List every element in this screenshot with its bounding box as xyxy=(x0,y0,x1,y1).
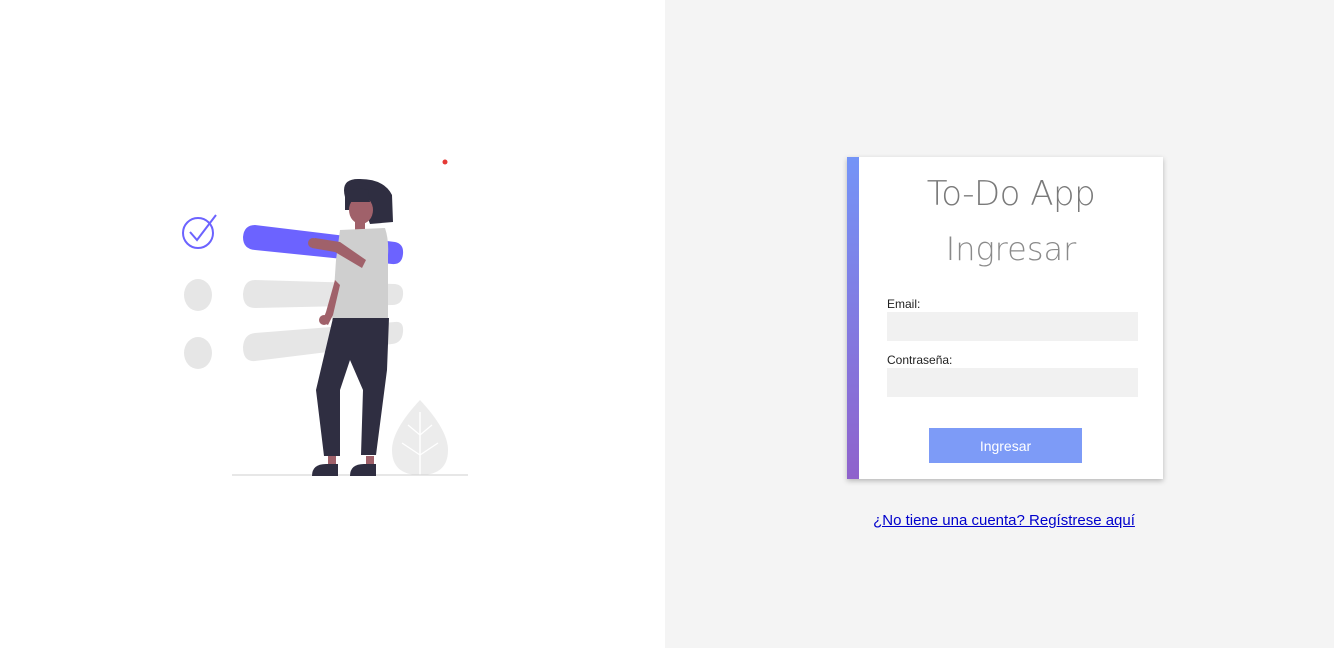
email-label: Email: xyxy=(887,297,921,311)
register-link[interactable]: ¿No tiene una cuenta? Regístrese aquí xyxy=(665,512,1334,529)
check-circle-icon xyxy=(182,214,217,249)
bullet-icon xyxy=(184,279,212,311)
todo-checklist-illustration xyxy=(182,159,468,476)
person-figure xyxy=(308,178,393,476)
card-accent-bar xyxy=(847,157,859,479)
login-button[interactable]: Ingresar xyxy=(929,428,1082,463)
register-link-text: ¿No tiene una cuenta? Regístrese aquí xyxy=(873,512,1135,529)
illustration-panel xyxy=(0,0,665,648)
login-card: To-Do App Ingresar Email: Contraseña: In… xyxy=(847,157,1163,479)
login-panel: To-Do App Ingresar Email: Contraseña: In… xyxy=(665,0,1334,648)
password-field[interactable] xyxy=(887,368,1138,397)
form-heading: Ingresar xyxy=(945,230,1077,268)
accent-dot xyxy=(442,159,448,165)
email-field[interactable] xyxy=(887,312,1138,341)
bullet-icon xyxy=(184,337,212,369)
password-label: Contraseña: xyxy=(887,353,953,367)
app-title: To-Do App xyxy=(926,174,1096,214)
